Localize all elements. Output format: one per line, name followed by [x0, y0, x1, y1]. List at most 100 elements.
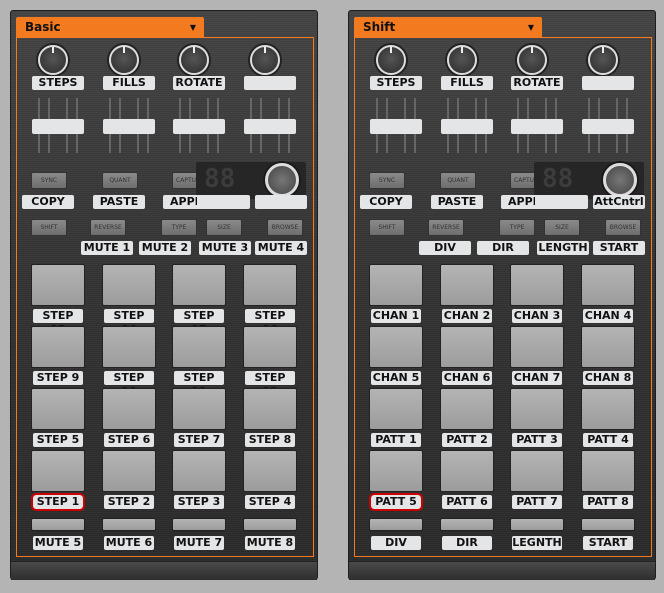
pad[interactable] — [102, 388, 156, 430]
button-label: MUTE 4 — [255, 241, 307, 255]
knob-label: STEPS — [32, 76, 84, 90]
button-sync[interactable]: SYNC — [369, 172, 405, 189]
pad[interactable] — [243, 264, 297, 306]
button-label: LENGTH — [537, 241, 589, 255]
button-label: MUTE 1 — [81, 241, 133, 255]
pad[interactable] — [510, 388, 564, 430]
knob[interactable] — [588, 45, 618, 75]
button-size[interactable]: SIZE — [544, 219, 580, 236]
button-size[interactable]: SIZE — [206, 219, 242, 236]
pad-label: STEP 10 — [104, 371, 154, 398]
button-label — [535, 195, 588, 209]
mute-button[interactable] — [510, 518, 564, 531]
knob[interactable] — [376, 45, 406, 75]
page-title: Shift — [363, 20, 396, 34]
pad-label: STEP 14 — [104, 309, 154, 336]
pad[interactable] — [172, 388, 226, 430]
encoder-knob[interactable] — [265, 163, 299, 197]
button-type[interactable]: TYPE — [161, 219, 197, 236]
pad[interactable] — [31, 326, 85, 368]
pad[interactable] — [31, 264, 85, 306]
button-sync[interactable]: SYNC — [31, 172, 67, 189]
pad[interactable] — [510, 326, 564, 368]
knob-label: ROTATE — [173, 76, 225, 90]
mute-label: LEGNTH — [512, 536, 562, 550]
button-type[interactable]: TYPE — [499, 219, 535, 236]
pad[interactable] — [581, 326, 635, 368]
button-label: COPY — [22, 195, 74, 209]
pad[interactable] — [102, 450, 156, 492]
fader-label — [173, 119, 225, 134]
fader-label — [370, 119, 422, 134]
page-dropdown[interactable]: Basic ▼ — [16, 17, 204, 38]
knob[interactable] — [517, 45, 547, 75]
pad-label: STEP 4 — [245, 495, 295, 509]
pad-label: CHAN 6 — [442, 371, 492, 385]
pad-label: STEP 13 — [33, 309, 83, 336]
pad[interactable] — [369, 388, 423, 430]
pad-label: STEP 8 — [245, 433, 295, 447]
pad[interactable] — [581, 264, 635, 306]
pad[interactable] — [369, 264, 423, 306]
button-shift[interactable]: SHIFT — [369, 219, 405, 236]
button-reverse[interactable]: REVERSE — [90, 219, 126, 236]
encoder-knob[interactable] — [603, 163, 637, 197]
knob-label: STEPS — [370, 76, 422, 90]
pad-label: STEP 11 — [174, 371, 224, 398]
pad[interactable] — [440, 326, 494, 368]
button-reverse[interactable]: REVERSE — [428, 219, 464, 236]
pad-label: STEP 15 — [174, 309, 224, 336]
pad[interactable] — [369, 326, 423, 368]
pad[interactable] — [172, 450, 226, 492]
mute-button[interactable] — [581, 518, 635, 531]
knob[interactable] — [38, 45, 68, 75]
controller-panel-shift: Shift ▼ STEPS FILLS ROTATE SYNC QUANT CAPTURE 88… — [348, 10, 656, 580]
button-shift[interactable]: SHIFT — [31, 219, 67, 236]
pad-label: CHAN 1 — [371, 309, 421, 323]
mute-button[interactable] — [31, 518, 85, 531]
page-dropdown[interactable]: Shift ▼ — [354, 17, 542, 38]
button-browse[interactable]: BROWSE — [605, 219, 641, 236]
pad[interactable] — [243, 388, 297, 430]
pad-label: CHAN 4 — [583, 309, 633, 323]
button-quant[interactable]: QUANT — [440, 172, 476, 189]
pad-label: STEP 2 — [104, 495, 154, 509]
mute-button[interactable] — [102, 518, 156, 531]
pad[interactable] — [31, 388, 85, 430]
button-label — [197, 195, 250, 209]
pad[interactable] — [31, 450, 85, 492]
knob[interactable] — [447, 45, 477, 75]
knob[interactable] — [109, 45, 139, 75]
button-label: MUTE 2 — [139, 241, 191, 255]
button-quant[interactable]: QUANT — [102, 172, 138, 189]
knob[interactable] — [250, 45, 280, 75]
pad[interactable] — [172, 326, 226, 368]
bottom-strip — [349, 561, 655, 580]
pad-label: PATT 2 — [442, 433, 492, 447]
knob-label: FILLS — [441, 76, 493, 90]
pad[interactable] — [440, 450, 494, 492]
mute-button[interactable] — [172, 518, 226, 531]
button-browse[interactable]: BROWSE — [267, 219, 303, 236]
pad[interactable] — [243, 326, 297, 368]
mute-label: MUTE 5 — [33, 536, 83, 550]
pad[interactable] — [102, 326, 156, 368]
pad[interactable] — [369, 450, 423, 492]
fader-label — [582, 119, 634, 134]
mute-button[interactable] — [440, 518, 494, 531]
pad[interactable] — [581, 388, 635, 430]
pad[interactable] — [243, 450, 297, 492]
pad[interactable] — [581, 450, 635, 492]
knob[interactable] — [179, 45, 209, 75]
pad[interactable] — [510, 450, 564, 492]
mute-button[interactable] — [369, 518, 423, 531]
pad-label: STEP 1 — [31, 493, 85, 511]
pad[interactable] — [102, 264, 156, 306]
mute-button[interactable] — [243, 518, 297, 531]
pad[interactable] — [172, 264, 226, 306]
pad[interactable] — [510, 264, 564, 306]
pad-label: CHAN 8 — [583, 371, 633, 385]
bottom-strip — [11, 561, 317, 580]
pad[interactable] — [440, 264, 494, 306]
pad[interactable] — [440, 388, 494, 430]
